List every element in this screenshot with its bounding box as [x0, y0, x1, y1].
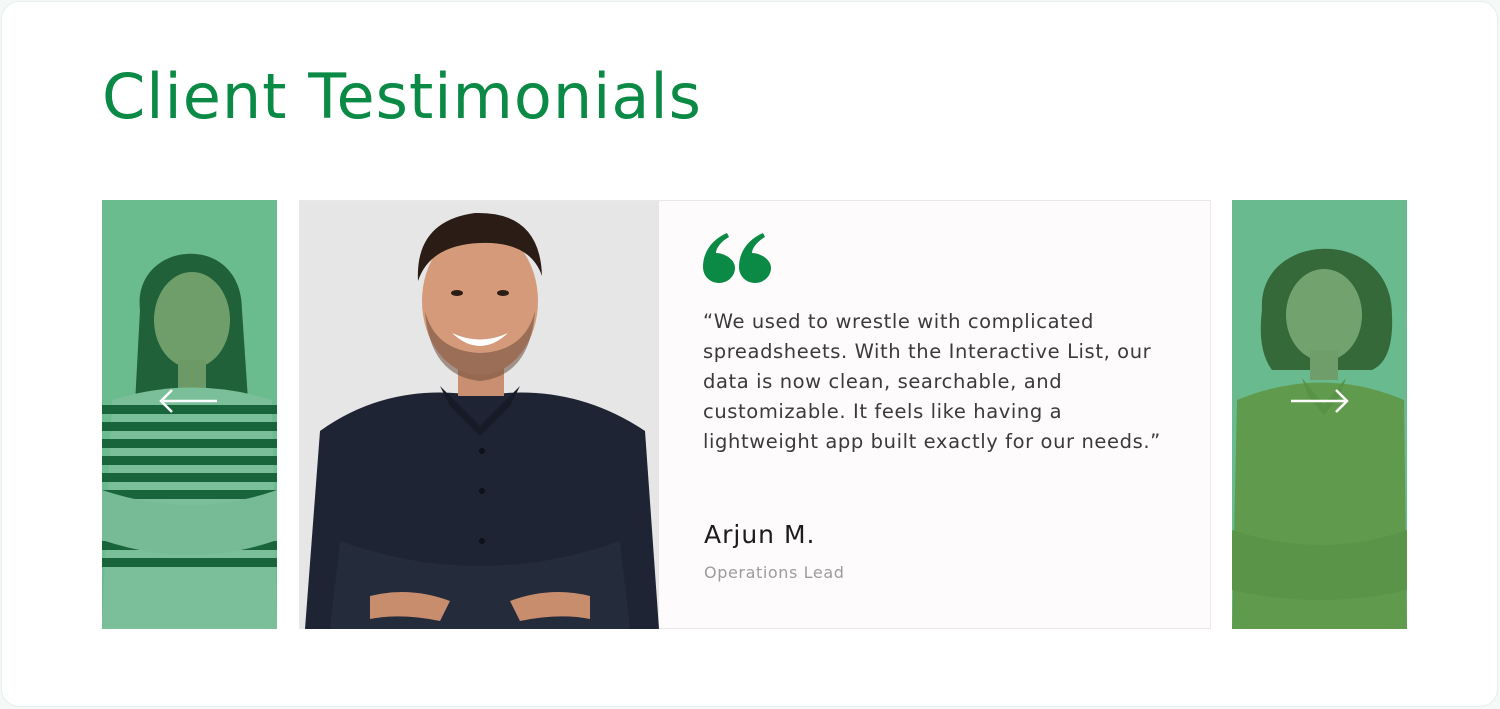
section-title: Client Testimonials — [102, 60, 702, 133]
previous-testimonial-card[interactable] — [102, 200, 277, 629]
arrow-left-icon — [159, 389, 217, 413]
arrow-right-icon — [1291, 389, 1349, 413]
client-portrait-image — [300, 201, 659, 629]
next-button[interactable] — [1289, 383, 1349, 419]
testimonials-section: Client Testimonials “We used to wrestle … — [1, 1, 1498, 707]
client-photo — [300, 201, 659, 629]
testimonial-quote: “We used to wrestle with complicated spr… — [703, 310, 1161, 453]
client-role: Operations Lead — [704, 563, 845, 582]
client-name: Arjun M. — [704, 520, 816, 549]
testimonial-content: “We used to wrestle with complicated spr… — [703, 201, 1173, 629]
next-testimonial-card[interactable] — [1232, 200, 1407, 629]
previous-button[interactable] — [159, 383, 219, 419]
quote-icon — [703, 233, 771, 283]
active-testimonial-card: “We used to wrestle with complicated spr… — [299, 200, 1211, 629]
